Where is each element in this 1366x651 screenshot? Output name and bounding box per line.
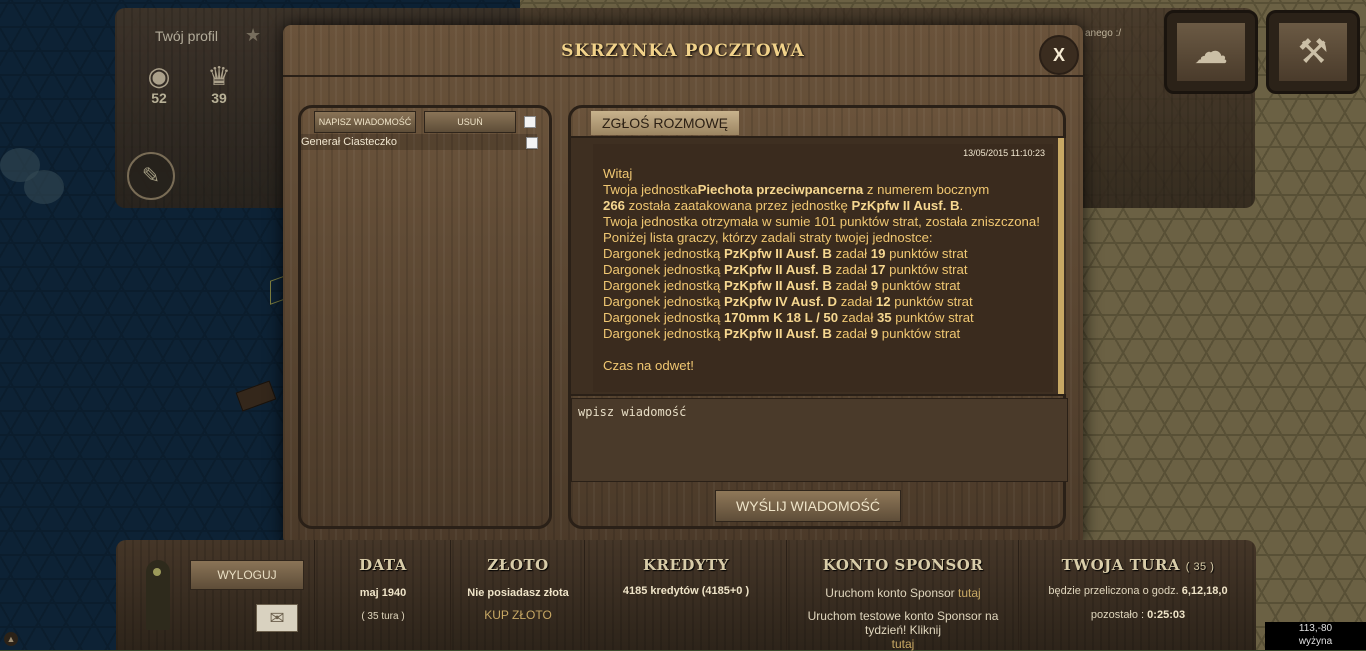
- damage-row: Dargonek jednostką PzKpfw IV Ausf. D zad…: [603, 294, 973, 309]
- terrain-type: wyżyna: [1298, 636, 1333, 647]
- message-greeting: Witaj: [603, 166, 633, 181]
- stat-value: 39: [211, 90, 227, 106]
- damage-row: Dargonek jednostką PzKpfw II Ausf. B zad…: [603, 326, 961, 341]
- turn-calc-label: będzie przeliczona o godz.: [1048, 585, 1182, 597]
- telegraph-icon: ⚒: [1279, 23, 1347, 81]
- stat-globe: ◉ 52: [135, 62, 183, 106]
- scroll-left-icon[interactable]: ▲: [4, 632, 18, 646]
- credits-value: 4185 kredytów (4185+0 ): [622, 585, 750, 597]
- write-message-button[interactable]: NAPISZ WIADOMOŚĆ: [314, 111, 416, 133]
- coords-value: 113,-80: [1298, 623, 1333, 634]
- date-section: DATA maj 1940 ( 35 tura ): [314, 540, 451, 650]
- credits-section: KREDYTY 4185 kredytów (4185+0 ): [584, 540, 787, 650]
- sponsor-link[interactable]: tutaj: [958, 586, 981, 600]
- weather-button[interactable]: ☁: [1164, 10, 1258, 94]
- message-unit-line: Twoja jednostkaPiechota przeciwpancerna …: [603, 182, 990, 197]
- conversation-row[interactable]: Generał Ciasteczko: [301, 134, 538, 150]
- select-all-checkbox[interactable]: [524, 116, 536, 128]
- status-bar: WYLOGUJ ✉ DATA maj 1940 ( 35 tura ) ZŁOT…: [116, 540, 1257, 651]
- globe-laurel-icon: ◉: [147, 61, 171, 91]
- turn-section: TWOJA TURA ( 35 ) będzie przeliczona o g…: [1018, 540, 1257, 650]
- credits-heading: KREDYTY: [642, 556, 730, 574]
- turn-calc-hours: 6,12,18,0: [1181, 585, 1228, 597]
- sponsor-heading: KONTO SPONSOR: [822, 556, 984, 574]
- divider: [283, 75, 1083, 77]
- message-date: 13/05/2015 11:10:23: [963, 148, 1045, 158]
- message-attack-line: 266 została zaatakowana przez jednostkę …: [603, 198, 964, 213]
- turn-remaining-time: 0:25:03: [1147, 609, 1186, 621]
- weather-sun-cloud-icon: ☁: [1177, 23, 1245, 81]
- message-scrollbar[interactable]: [1058, 138, 1064, 394]
- gold-section: ZŁOTO Nie posiadasz złota KUP ZŁOTO: [450, 540, 585, 650]
- telegraph-button[interactable]: ⚒: [1266, 10, 1360, 94]
- conversation-checkbox[interactable]: [526, 137, 538, 149]
- message-closing: Czas na odwet!: [603, 358, 694, 373]
- conversation-list-panel: NAPISZ WIADOMOŚĆ USUŃ Generał Ciasteczko: [298, 105, 552, 529]
- message-list-intro: Poniżej lista graczy, którzy zadali stra…: [603, 230, 933, 245]
- sponsor-line: Uruchom konto Sponsor: [825, 586, 959, 600]
- message-thread[interactable]: 13/05/2015 11:10:23 Witaj Twoja jednostk…: [571, 136, 1066, 396]
- date-heading: DATA: [359, 556, 407, 574]
- trial-sponsor-line: Uruchom testowe konto Sponsor na tydzień…: [807, 609, 999, 637]
- send-message-button[interactable]: WYŚLIJ WIADOMOŚĆ: [715, 490, 901, 522]
- trial-sponsor-link[interactable]: tutaj: [787, 637, 1019, 651]
- conversation-sender: Generał Ciasteczko: [301, 136, 397, 148]
- damage-row: Dargonek jednostką PzKpfw II Ausf. B zad…: [603, 278, 961, 293]
- damage-row: Dargonek jednostką 170mm K 18 L / 50 zad…: [603, 310, 974, 325]
- mailbox-modal: SKRZYNKA POCZTOWA X NAPISZ WIADOMOŚĆ USU…: [283, 25, 1083, 545]
- turn-heading: TWOJA TURA: [1061, 556, 1180, 574]
- star-icon[interactable]: ★: [245, 25, 261, 46]
- map-coordinates: 113,-80 wyżyna: [1265, 622, 1366, 650]
- sponsor-section: KONTO SPONSOR Uruchom konto Sponsor tuta…: [786, 540, 1019, 651]
- modal-title: SKRZYNKA POCZTOWA: [561, 41, 805, 61]
- damage-row: Dargonek jednostką PzKpfw II Ausf. B zad…: [603, 262, 968, 277]
- stat-value: 52: [151, 90, 167, 106]
- message-summary: Twoja jednostka otrzymała w sumie 101 pu…: [603, 214, 1040, 229]
- logout-button[interactable]: WYLOGUJ: [190, 560, 304, 590]
- turn-count: ( 35 tura ): [361, 611, 405, 622]
- trophy-laurel-icon: ♛: [207, 61, 231, 91]
- turn-number: ( 35 ): [1185, 561, 1215, 573]
- news-ticker: anego :/: [1085, 28, 1122, 39]
- damage-row: Dargonek jednostką PzKpfw II Ausf. B zad…: [603, 246, 968, 261]
- message-bubble: 13/05/2015 11:10:23 Witaj Twoja jednostk…: [593, 144, 1053, 392]
- profile-tab[interactable]: Twój profil: [155, 28, 218, 44]
- message-panel: ZGŁOŚ ROZMOWĘ 13/05/2015 11:10:23 Witaj …: [568, 105, 1068, 529]
- gold-status: Nie posiadasz złota: [467, 587, 569, 599]
- message-input[interactable]: [571, 398, 1068, 482]
- date-value: maj 1940: [359, 587, 407, 599]
- turn-remaining-label: pozostało :: [1090, 609, 1148, 621]
- message-body: Witaj Twoja jednostkaPiechota przeciwpan…: [603, 166, 1043, 374]
- report-conversation-button[interactable]: ZGŁOŚ ROZMOWĘ: [591, 111, 739, 135]
- wrench-icon[interactable]: ✎: [127, 152, 175, 200]
- stat-trophy: ♛ 39: [195, 62, 243, 106]
- rank-icon: [153, 568, 161, 576]
- envelope-icon[interactable]: ✉: [256, 604, 298, 632]
- close-button[interactable]: X: [1039, 35, 1079, 75]
- gold-heading: ZŁOTO: [487, 556, 549, 574]
- buy-gold-link[interactable]: KUP ZŁOTO: [451, 608, 585, 622]
- delete-button[interactable]: USUŃ: [424, 111, 516, 133]
